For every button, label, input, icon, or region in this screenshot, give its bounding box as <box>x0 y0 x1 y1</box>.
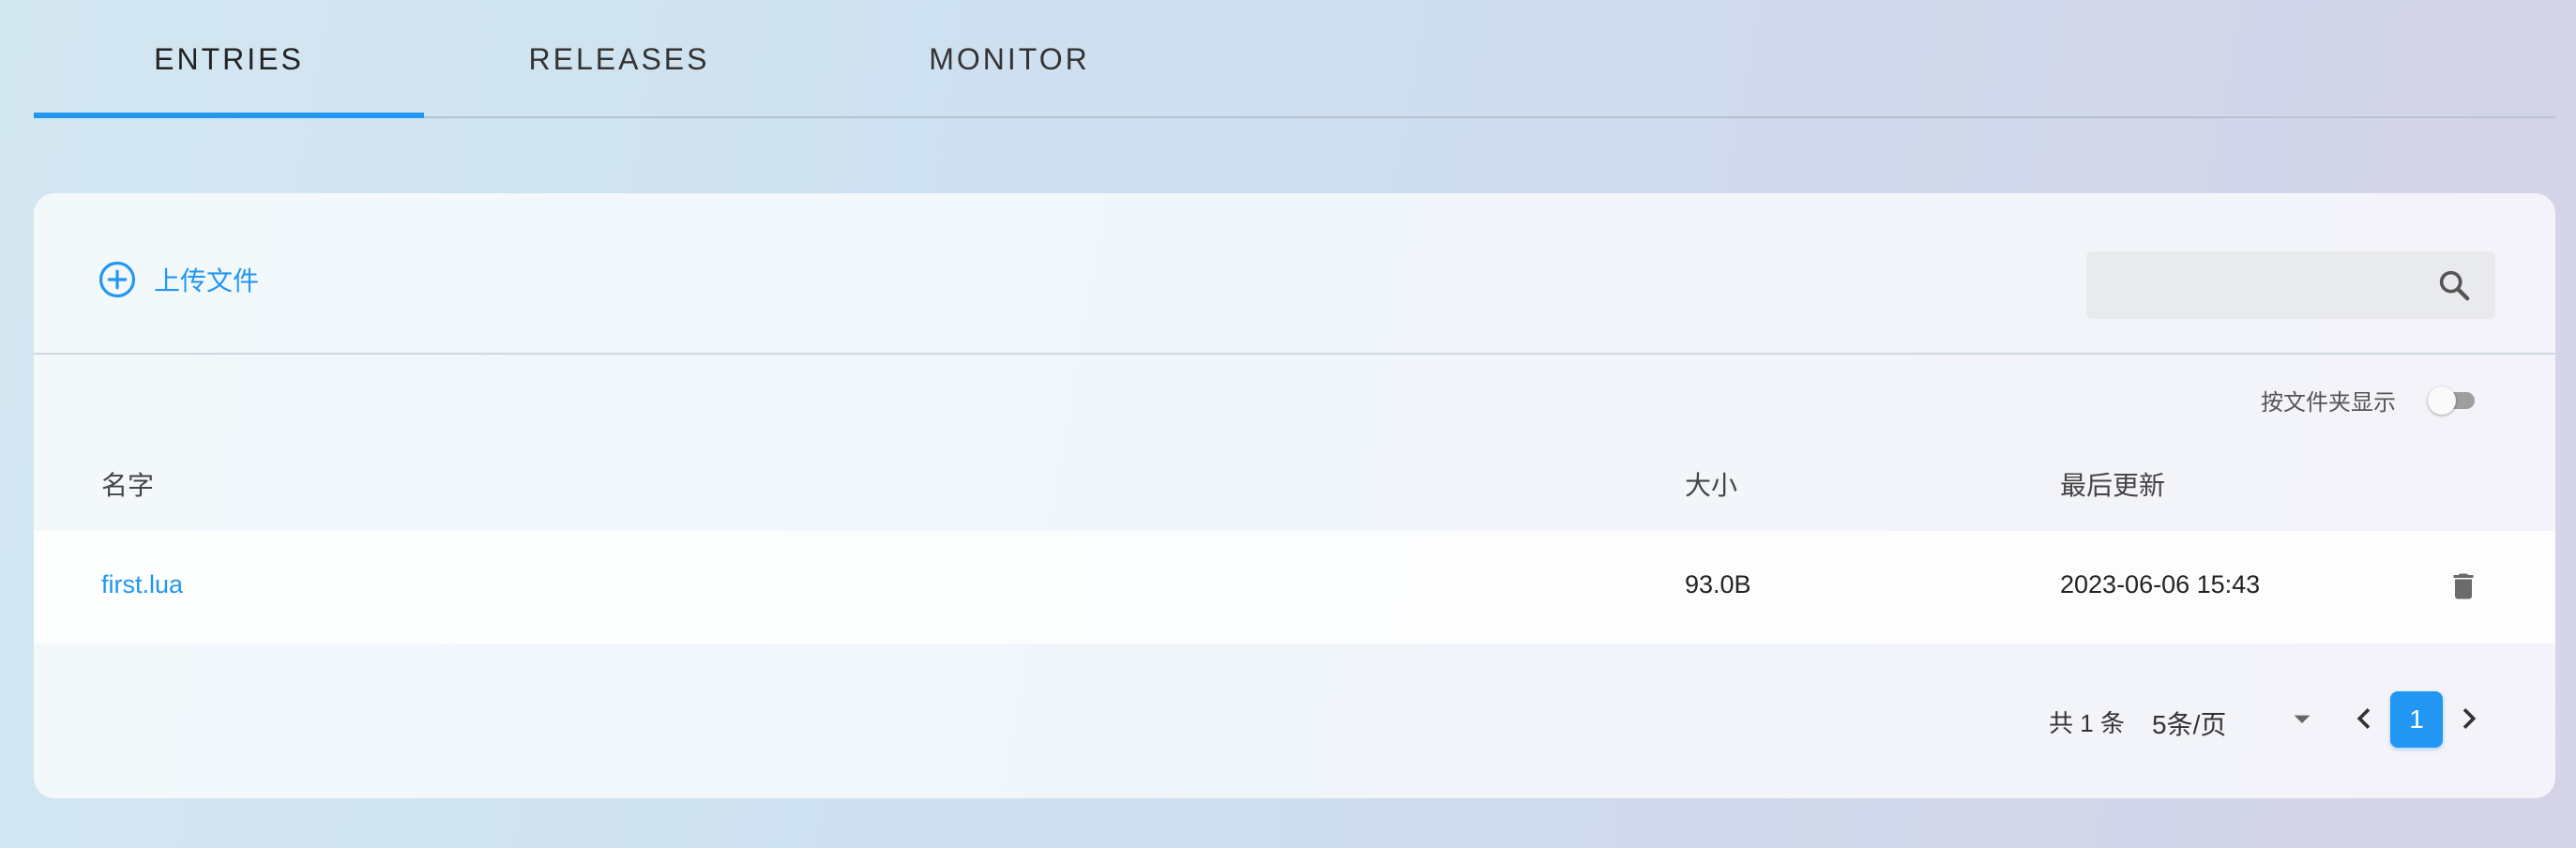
tab-monitor[interactable]: MONITOR <box>814 0 1205 118</box>
header-size: 大小 <box>1685 471 1738 500</box>
search-icon[interactable] <box>2435 266 2473 304</box>
header-name: 名字 <box>101 471 155 500</box>
upload-file-button[interactable]: 上传文件 <box>98 259 259 300</box>
per-page-select[interactable]: 5条/页 <box>2152 704 2226 742</box>
upload-file-label: 上传文件 <box>154 266 260 295</box>
active-tab-indicator <box>34 113 424 118</box>
page-button-current[interactable]: 1 <box>2390 691 2443 748</box>
total-count: 共 1 条 <box>2049 709 2125 737</box>
search-input[interactable] <box>2086 251 2424 319</box>
folder-view-switch[interactable] <box>2428 385 2477 415</box>
chevron-down-icon[interactable] <box>2283 700 2321 737</box>
pagination: 共 1 条 5条/页 1 <box>34 644 2555 798</box>
plus-circle-icon <box>98 261 136 298</box>
search-box <box>2086 251 2495 319</box>
table-row: first.lua 93.0B 2023-06-06 15:43 <box>34 531 2555 644</box>
file-name-link[interactable]: first.lua <box>101 570 183 599</box>
table-header: 名字 大小 最后更新 <box>34 437 2555 531</box>
tab-releases[interactable]: RELEASES <box>424 0 814 118</box>
entries-card: 上传文件 按文件夹显示 名字 大小 最后更新 first.lua 93.0B 2… <box>34 193 2555 798</box>
delete-icon[interactable] <box>2447 568 2480 604</box>
folder-view-label: 按文件夹显示 <box>2261 389 2396 416</box>
chevron-left-icon[interactable] <box>2343 698 2385 739</box>
card-toolbar: 上传文件 <box>34 193 2555 355</box>
file-updated: 2023-06-06 15:43 <box>2060 570 2261 598</box>
folder-view-toggle-row: 按文件夹显示 <box>2261 376 2477 423</box>
chevron-right-icon[interactable] <box>2448 698 2490 739</box>
tab-entries[interactable]: ENTRIES <box>34 0 424 118</box>
switch-thumb <box>2428 386 2456 415</box>
file-size: 93.0B <box>1685 570 1751 598</box>
tab-bar: ENTRIES RELEASES MONITOR <box>34 0 2555 118</box>
header-updated: 最后更新 <box>2060 471 2166 500</box>
